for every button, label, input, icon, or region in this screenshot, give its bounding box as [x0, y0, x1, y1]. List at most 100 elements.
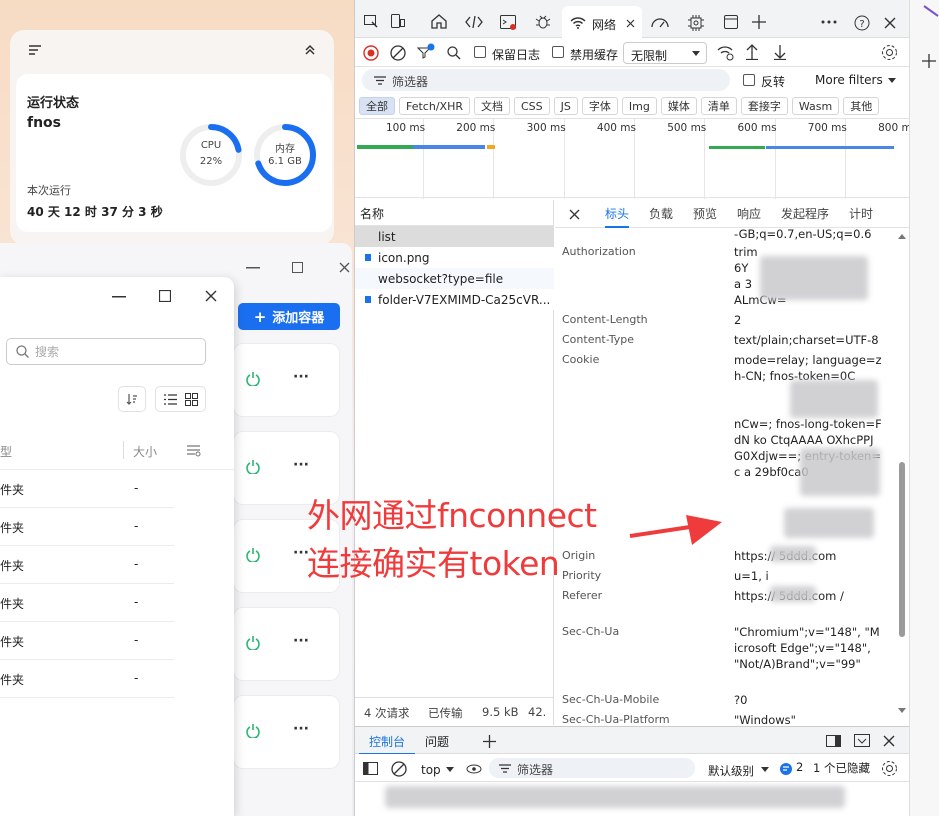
type-filter-chip[interactable]: 全部	[359, 97, 395, 115]
menu-icon[interactable]	[28, 44, 42, 56]
device-toolbar-icon[interactable]	[391, 14, 405, 29]
clear-console-icon[interactable]	[391, 761, 407, 777]
detail-tab[interactable]: 负载	[649, 200, 673, 228]
detail-tab[interactable]: 发起程序	[781, 200, 829, 228]
table-row[interactable]: 件夹 -	[0, 622, 174, 660]
console-filter-input[interactable]: 筛选器	[489, 758, 695, 778]
add-container-button[interactable]: + 添加容器	[238, 303, 340, 330]
context-select[interactable]: top	[417, 758, 457, 778]
filter-icon[interactable]	[417, 43, 435, 61]
network-conditions-icon[interactable]	[717, 45, 735, 61]
collapse-icon[interactable]	[304, 44, 316, 56]
tab-console[interactable]: 控制台	[359, 727, 415, 755]
column-size[interactable]: 大小	[133, 443, 157, 460]
maximize-icon[interactable]	[292, 262, 303, 273]
type-filter-chip[interactable]: 字体	[581, 97, 618, 115]
detail-tab[interactable]: 标头	[605, 200, 630, 228]
list-view-icon[interactable]	[164, 393, 177, 405]
more-icon[interactable]: ···	[293, 721, 309, 737]
request-list-header[interactable]: 名称	[355, 200, 554, 226]
import-har-icon[interactable]	[746, 44, 758, 60]
close-detail-icon[interactable]	[569, 209, 580, 220]
detail-tab[interactable]: 预览	[693, 200, 717, 228]
column-type[interactable]: 型	[0, 443, 12, 460]
type-filter-chip[interactable]: Fetch/XHR	[399, 97, 470, 115]
network-timeline[interactable]: 100 ms 200 ms 300 ms 400 ms 500 ms 600 ms 700 …	[355, 118, 917, 199]
type-filter-chip[interactable]: 其他	[843, 97, 880, 115]
power-icon[interactable]	[246, 372, 260, 386]
detail-scrollbar[interactable]	[896, 230, 908, 717]
settings-icon[interactable]	[881, 44, 898, 61]
more-filters-button[interactable]: More filters	[815, 73, 883, 87]
detail-tab[interactable]: 计时	[849, 200, 873, 228]
table-row[interactable]: 件夹 -	[0, 508, 174, 546]
clear-icon[interactable]	[390, 45, 406, 61]
sidebar-toggle-icon[interactable]	[363, 762, 378, 775]
inspect-icon[interactable]	[364, 15, 379, 29]
search-icon[interactable]	[447, 46, 461, 60]
detail-tab[interactable]: 响应	[737, 200, 761, 228]
filter-input[interactable]: 筛选器	[362, 69, 730, 91]
application-icon[interactable]	[724, 15, 739, 30]
invert-checkbox[interactable]	[743, 74, 755, 86]
table-row[interactable]: 件夹 -	[0, 546, 174, 584]
request-row[interactable]: list	[355, 226, 554, 247]
sidebar-feature-icon[interactable]	[922, 4, 939, 18]
request-row[interactable]: icon.png	[355, 247, 554, 268]
scroll-up-icon[interactable]	[898, 234, 906, 239]
close-icon[interactable]	[339, 262, 350, 273]
close-icon[interactable]	[205, 290, 217, 302]
type-filter-chip[interactable]: 套接字	[740, 97, 788, 115]
grid-view-icon[interactable]	[185, 392, 198, 406]
type-filter-chip[interactable]: 清单	[700, 97, 737, 115]
search-input[interactable]: 搜索	[6, 338, 206, 365]
issues-icon[interactable]	[780, 763, 792, 775]
request-row[interactable]: folder-V7EXMIMD-Ca25cVR...	[355, 289, 554, 310]
maximize-icon[interactable]	[159, 290, 171, 302]
power-icon[interactable]	[246, 548, 260, 562]
power-icon[interactable]	[246, 460, 260, 474]
log-level-select[interactable]: 默认级别	[707, 758, 769, 778]
elements-icon[interactable]	[431, 14, 447, 29]
preserve-log-checkbox[interactable]	[474, 46, 486, 58]
scroll-down-icon[interactable]	[898, 708, 906, 713]
close-drawer-icon[interactable]	[883, 735, 895, 747]
tab-network[interactable]: 网络	[562, 6, 642, 38]
more-icon[interactable]: ···	[293, 457, 309, 473]
bug-icon[interactable]	[535, 14, 551, 30]
live-expression-icon[interactable]	[466, 764, 482, 774]
close-tab-icon[interactable]	[626, 19, 635, 28]
table-row[interactable]: 件夹 -	[0, 660, 174, 698]
type-filter-chip[interactable]: Wasm	[791, 97, 840, 115]
close-devtools-icon[interactable]	[884, 17, 896, 29]
type-filter-chip[interactable]: 文档	[473, 97, 510, 115]
more-icon[interactable]	[821, 20, 837, 24]
minimize-icon[interactable]	[112, 296, 126, 298]
help-icon[interactable]: ?	[854, 15, 870, 31]
performance-icon[interactable]	[651, 16, 669, 28]
console-settings-icon[interactable]	[881, 760, 898, 777]
more-icon[interactable]: ···	[293, 369, 309, 385]
more-icon[interactable]: ···	[293, 633, 309, 649]
scrollbar-thumb[interactable]	[899, 462, 905, 637]
sort-button[interactable]	[118, 386, 146, 412]
add-tab-icon[interactable]	[752, 15, 766, 29]
view-toggle[interactable]	[155, 386, 206, 412]
memory-icon[interactable]	[688, 15, 704, 31]
table-row[interactable]: 件夹 -	[0, 470, 174, 508]
add-drawer-tab-icon[interactable]	[483, 735, 496, 748]
table-row[interactable]: 件夹 -	[0, 584, 174, 622]
power-icon[interactable]	[246, 636, 260, 650]
type-filter-chip[interactable]: JS	[553, 97, 578, 115]
sources-icon[interactable]	[465, 16, 483, 28]
type-filter-chip[interactable]: Img	[621, 97, 657, 115]
throttle-select[interactable]: 无限制	[623, 42, 707, 64]
drawer-toggle-icon[interactable]	[854, 734, 870, 748]
power-icon[interactable]	[246, 724, 260, 738]
type-filter-chip[interactable]: CSS	[513, 97, 550, 115]
tab-issues[interactable]: 问题	[425, 733, 449, 750]
export-har-icon[interactable]	[774, 44, 786, 60]
dock-icon[interactable]	[826, 735, 841, 747]
request-row[interactable]: websocket?type=file	[355, 268, 554, 289]
add-icon[interactable]	[922, 54, 936, 68]
